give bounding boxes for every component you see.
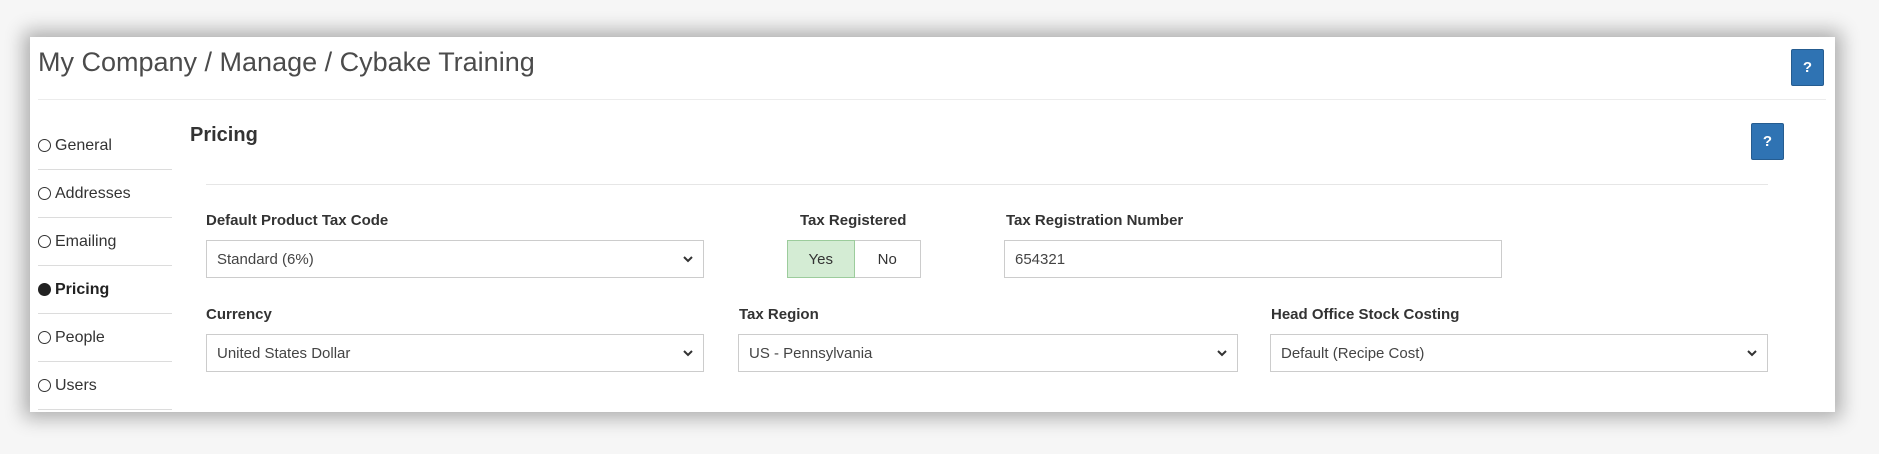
default-tax-code-value: Standard (6%): [217, 250, 314, 268]
radio-checked-icon: [38, 283, 51, 296]
chevron-down-icon: [1217, 350, 1227, 357]
radio-unchecked-icon: [38, 235, 51, 248]
sidebar-item-pricing[interactable]: Pricing: [38, 266, 172, 314]
sidebar-item-label: Emailing: [55, 232, 117, 250]
head-office-stock-costing-label: Head Office Stock Costing: [1271, 306, 1460, 323]
sidebar-item-general[interactable]: General: [38, 122, 172, 170]
question-mark-icon: ?: [1762, 133, 1773, 150]
chevron-down-icon: [683, 350, 693, 357]
radio-unchecked-icon: [38, 379, 51, 392]
tax-region-select[interactable]: US - Pennsylvania: [738, 334, 1238, 372]
default-tax-code-label: Default Product Tax Code: [206, 212, 389, 229]
tax-registered-toggle: Yes No: [787, 240, 921, 278]
tax-registration-number-input[interactable]: 654321: [1004, 240, 1502, 278]
sidebar-item-label: Pricing: [55, 280, 110, 298]
default-tax-code-select[interactable]: Standard (6%): [206, 240, 704, 278]
sidebar-item-people[interactable]: People: [38, 314, 172, 362]
section-help-button[interactable]: ?: [1751, 123, 1784, 160]
sidebar-item-label: General: [55, 136, 112, 154]
sidebar-item-label: Addresses: [55, 184, 131, 202]
head-office-stock-costing-value: Default (Recipe Cost): [1281, 344, 1425, 362]
page-help-button[interactable]: ?: [1791, 49, 1824, 86]
tax-registered-label: Tax Registered: [800, 212, 907, 229]
section-divider: [206, 184, 1768, 185]
currency-value: United States Dollar: [217, 344, 351, 362]
radio-unchecked-icon: [38, 331, 51, 344]
radio-unchecked-icon: [38, 139, 51, 152]
sidebar-item-emailing[interactable]: Emailing: [38, 218, 172, 266]
chevron-down-icon: [1747, 350, 1757, 357]
settings-panel: My Company / Manage / Cybake Training ? …: [30, 37, 1835, 412]
chevron-down-icon: [683, 256, 693, 263]
head-office-stock-costing-select[interactable]: Default (Recipe Cost): [1270, 334, 1768, 372]
breadcrumb: My Company / Manage / Cybake Training: [38, 47, 535, 77]
sidebar-item-label: Users: [55, 376, 97, 394]
tax-region-value: US - Pennsylvania: [749, 344, 873, 362]
sidebar-item-users[interactable]: Users: [38, 362, 172, 410]
sidebar-item-addresses[interactable]: Addresses: [38, 170, 172, 218]
tax-registration-number-label: Tax Registration Number: [1006, 212, 1184, 229]
sidebar-nav: General Addresses Emailing Pricing Peopl…: [38, 122, 172, 410]
sidebar-item-label: People: [55, 328, 105, 346]
currency-select[interactable]: United States Dollar: [206, 334, 704, 372]
tax-registration-number-value: 654321: [1015, 250, 1066, 268]
currency-label: Currency: [206, 306, 272, 323]
tax-registered-no-button[interactable]: No: [854, 240, 921, 278]
section-title: Pricing: [190, 124, 258, 146]
header-divider: [38, 99, 1826, 100]
question-mark-icon: ?: [1802, 59, 1813, 76]
tax-region-label: Tax Region: [739, 306, 819, 323]
radio-unchecked-icon: [38, 187, 51, 200]
tax-registered-yes-button[interactable]: Yes: [787, 240, 855, 278]
